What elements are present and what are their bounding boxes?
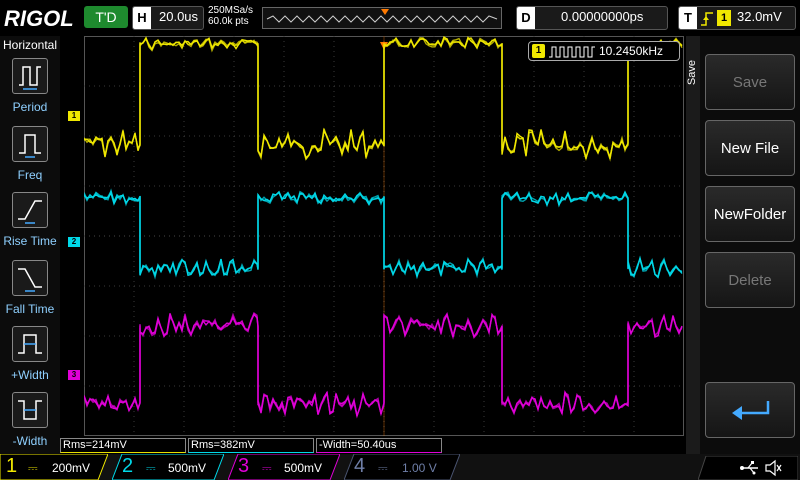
softkey-menu-title: Save xyxy=(686,60,698,86)
result-ch1-rms: Rms=214mV xyxy=(60,438,186,453)
result-ch3-negative-width: -Width=50.40us xyxy=(316,438,442,453)
speaker-muted-icon[interactable] xyxy=(764,459,782,477)
ch2-number: 2 xyxy=(122,455,134,477)
period-label: Period xyxy=(12,100,48,114)
memory-overview[interactable] xyxy=(262,7,502,29)
measure-negative-width[interactable]: -Width xyxy=(0,392,60,458)
rigol-logo: RIGOL xyxy=(4,6,74,31)
new-file-button[interactable]: New File xyxy=(705,120,795,176)
positive-width-icon xyxy=(12,326,48,362)
measure-sidebar: Horizontal Period Freq Rise Time Fall Ti… xyxy=(0,36,60,454)
ch2-waveform xyxy=(84,188,683,280)
ch3-waveform xyxy=(84,311,683,419)
frequency-icon xyxy=(12,126,48,162)
result-ch2-rms: Rms=382mV xyxy=(188,438,314,453)
horizontal-timebase[interactable]: H 20.0us xyxy=(132,6,204,30)
delay-value: 0.00000000ps xyxy=(561,9,644,24)
measure-rise-time[interactable]: Rise Time xyxy=(0,192,60,258)
timebase-value: 20.0us xyxy=(159,9,199,24)
ch4-number: 4 xyxy=(354,455,366,477)
ch3-number: 3 xyxy=(238,455,250,477)
fall-time-label: Fall Time xyxy=(5,302,55,316)
rise-time-label: Rise Time xyxy=(3,234,57,248)
freq-value: 10.2450kHz xyxy=(599,44,664,58)
ch1-offset-marker[interactable]: 1 xyxy=(68,111,80,121)
ch3-coupling-icon: ⎓ xyxy=(262,461,272,475)
trigger-source-badge: 1 xyxy=(717,10,731,26)
negative-width-icon xyxy=(12,392,48,428)
ch1-scale: 200mV xyxy=(52,461,91,475)
waveform-display[interactable] xyxy=(84,36,684,436)
delete-button[interactable]: Delete xyxy=(705,252,795,308)
usb-icon xyxy=(740,461,758,475)
frequency-counter: 1 10.2450kHz xyxy=(528,41,680,61)
trigger-position-marker xyxy=(381,9,389,15)
ch1-coupling-icon: ⎓ xyxy=(28,461,38,475)
new-folder-button[interactable]: NewFolder xyxy=(705,186,795,242)
rise-time-icon xyxy=(12,192,48,228)
trigger-box[interactable]: T 1 32.0mV xyxy=(678,6,796,30)
ch2-coupling-icon: ⎓ xyxy=(146,461,156,475)
return-arrow-icon xyxy=(732,401,770,420)
delay-label: D xyxy=(517,7,535,29)
save-button[interactable]: Save xyxy=(705,54,795,110)
ch2-tab[interactable]: 2 ⎓ 500mV xyxy=(112,454,224,480)
measurement-results: Rms=214mV Rms=382mV -Width=50.40us xyxy=(60,436,686,454)
rising-edge-icon xyxy=(701,12,713,26)
negative-width-label: -Width xyxy=(12,434,48,448)
ch4-tab[interactable]: 4 ⎓ 1.00 V xyxy=(344,454,460,480)
horizontal-label: H xyxy=(133,7,151,29)
ch3-waveform xyxy=(84,312,683,418)
period-icon xyxy=(12,58,48,94)
ch3-waveform xyxy=(84,312,683,417)
trigger-status-badge: T'D xyxy=(84,6,128,28)
freq-channel-badge: 1 xyxy=(532,44,545,58)
return-button[interactable] xyxy=(705,382,795,438)
ch3-scale: 500mV xyxy=(284,461,323,475)
ch3-offset-marker[interactable]: 3 xyxy=(68,370,80,380)
positive-width-label: +Width xyxy=(11,368,49,382)
ch1-tab[interactable]: 1 ⎓ 200mV xyxy=(0,454,108,480)
top-status-bar: RIGOL T'D H 20.0us 250MSa/s 60.0k pts D … xyxy=(0,0,800,36)
waveform-canvas xyxy=(84,36,684,436)
fall-time-icon xyxy=(12,260,48,296)
softkey-title-strip xyxy=(686,36,700,454)
measure-fall-time[interactable]: Fall Time xyxy=(0,260,60,326)
acquisition-info: 250MSa/s 60.0k pts xyxy=(208,5,253,27)
sample-rate: 250MSa/s xyxy=(208,5,254,16)
memory-overview-wave xyxy=(266,9,498,23)
ch1-number: 1 xyxy=(6,455,18,477)
sidebar-title: Horizontal xyxy=(2,38,58,52)
ch2-offset-marker[interactable]: 2 xyxy=(68,237,80,247)
ch3-tab[interactable]: 3 ⎓ 500mV xyxy=(228,454,340,480)
memory-depth: 60.0k pts xyxy=(208,16,249,27)
measure-positive-width[interactable]: +Width xyxy=(0,326,60,392)
delay-box[interactable]: D 0.00000000ps xyxy=(516,6,668,30)
pulse-train-icon xyxy=(549,46,595,58)
trigger-label: T xyxy=(679,7,697,29)
channel-bar: 1 ⎓ 200mV 2 ⎓ 500mV 3 ⎓ 500mV 4 ⎓ 1.00 V xyxy=(0,454,800,480)
ch4-scale: 1.00 V xyxy=(402,461,437,475)
freq-label: Freq xyxy=(17,168,43,182)
ch2-scale: 500mV xyxy=(168,461,207,475)
measure-period[interactable]: Period xyxy=(0,58,60,124)
trigger-level: 32.0mV xyxy=(737,9,782,24)
measure-freq[interactable]: Freq xyxy=(0,126,60,192)
ch4-coupling-icon: ⎓ xyxy=(378,461,388,475)
